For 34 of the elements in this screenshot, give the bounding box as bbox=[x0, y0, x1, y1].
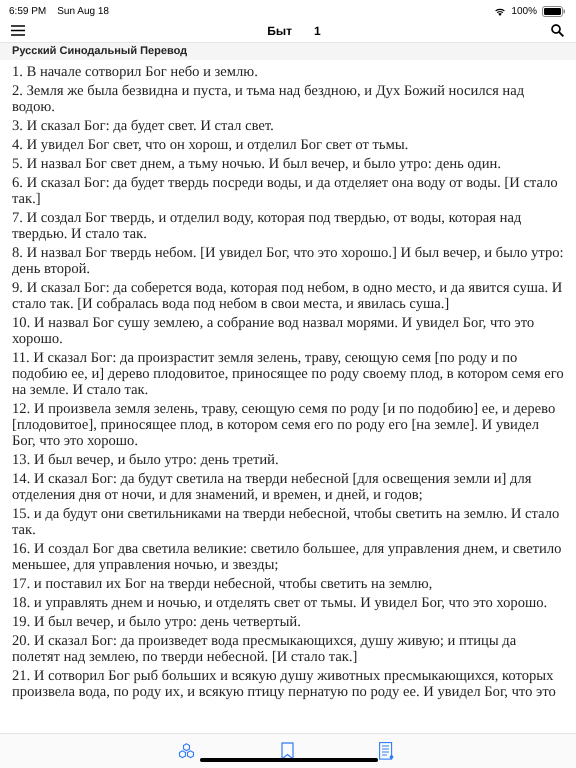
battery-icon bbox=[542, 6, 566, 16]
book-title[interactable]: Быт bbox=[267, 24, 292, 38]
translation-header: Русский Синодальный Перевод bbox=[0, 42, 576, 60]
chapter-number[interactable]: 1 bbox=[314, 24, 321, 38]
verse-text: 17. и поставил их Бог на тверди небесной, чтобы светить на землю, bbox=[12, 576, 434, 592]
status-date: Sun Aug 18 bbox=[57, 6, 109, 16]
verse-text: 3. И сказал Бог: да будет свет. И стал свет. bbox=[12, 118, 275, 134]
verse-text: 16. И создал Бог два светила великие: светило большее, для управления днем, и светило меньшее, для управления ночью, и звезды; bbox=[12, 541, 562, 573]
verse-text: 11. И сказал Бог: да произрастит земля зелень, траву, сеющую семя [по роду и по подобию ее, и] дерево плодовитое, приносящее по роду своему плод, в котором семя его на земле. И стало так. bbox=[12, 350, 564, 398]
verse-text: 21. И сотворил Бог рыб больших и всякую душу животных пресмыкающихся, которых произвела вода, по роду их, и всякую птицу пернатую по роду ее. И увидел Бог, что это bbox=[12, 668, 557, 700]
verse-text: 9. И сказал Бог: да соберется вода, которая под небом, в одно место, и да явится суша. И стало так. [И собралась вода под небом в свои места, и явилась суша.] bbox=[12, 280, 564, 312]
verse-text: 19. И был вечер, и было утро: день четвертый. bbox=[12, 614, 302, 630]
bookmark-icon[interactable] bbox=[280, 742, 294, 760]
verse-text: 2. Земля же была безвидна и пуста, и тьма над бездною, и Дух Божий носился над водою. bbox=[12, 83, 526, 115]
verse-text: 6. И сказал Бог: да будет твердь посреди воды, и да отделяет она воду от воды. [И стало так.] bbox=[12, 175, 559, 207]
verse-text: 10. И назвал Бог сушу землею, а собрание вод назвал морями. И увидел Бог, что это хорошо. bbox=[12, 315, 536, 347]
verse-text: 5. И назвал Бог свет днем, а тьму ночью. И был вечер, и было утро: день один. bbox=[12, 156, 502, 172]
verse-text: 8. И назвал Бог твердь небом. [И увидел Бог, что это хорошо.] И был вечер, и было утро: день второй. bbox=[12, 245, 564, 277]
verse-text: 12. И произвела земля зелень, траву, сеющую семя по роду [и по подобию] ее, и дерево [плодовитое], приносящее плод, в котором семя его по роду его [на земле]. И увидел Бог, что это хорошо. bbox=[12, 401, 556, 449]
verse-text: 18. и управлять днем и ночью, и отделять свет от тьмы. И увидел Бог, что это хорошо. bbox=[12, 595, 548, 611]
hexagons-icon[interactable] bbox=[177, 742, 196, 760]
verse-text: 1. В начале сотворил Бог небо и землю. bbox=[12, 64, 259, 80]
verse-text: 7. И создал Бог твердь, и отделил воду, которая под твердью, от воды, которая над твердью. И стало так. bbox=[12, 210, 522, 242]
battery-percent: 100% bbox=[511, 6, 537, 16]
verse-text: 4. И увидел Бог свет, что он хорош, и отделил Бог свет от тьмы. bbox=[12, 137, 410, 153]
verse-text: 14. И сказал Бог: да будут светила на тверди небесной [для освещения земли и] для отделения дня от ночи, и для знамений, и времен, и дней, и годов; bbox=[12, 471, 532, 503]
status-time: 6:59 PM bbox=[9, 6, 46, 16]
verse-text: 13. И был вечер, и было утро: день третий. bbox=[12, 452, 280, 468]
search-icon[interactable] bbox=[551, 24, 564, 37]
verse-text: 20. И сказал Бог: да произведет вода пресмыкающихся, душу живую; и птицы да полетят над землею, по тверди небесной. [И стало так.] bbox=[12, 633, 518, 665]
menu-icon[interactable] bbox=[11, 25, 25, 36]
document-icon[interactable] bbox=[378, 742, 394, 760]
verse-text: 15. и да будут они светильниками на тверди небесной, чтобы светить на землю. И стало так. bbox=[12, 506, 560, 538]
wifi-icon bbox=[494, 6, 506, 16]
